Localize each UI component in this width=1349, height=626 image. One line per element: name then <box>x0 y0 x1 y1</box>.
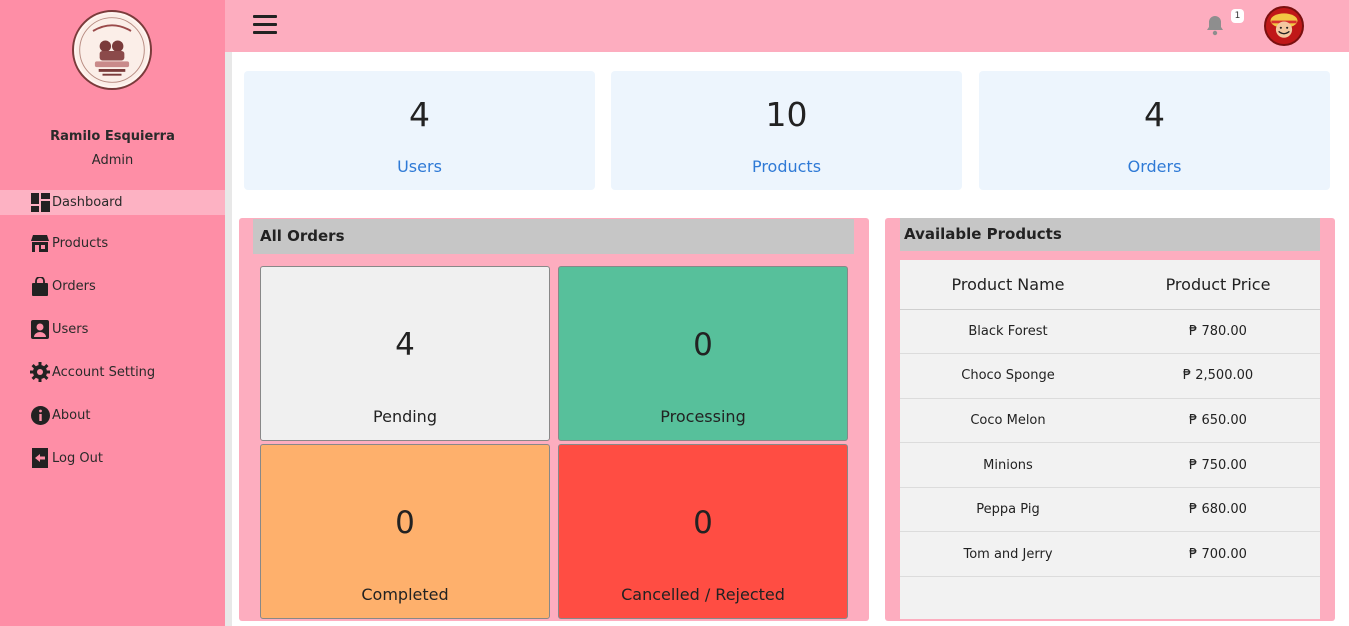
panel-title: All Orders <box>253 219 854 254</box>
sidebar-item-orders[interactable]: Orders <box>0 276 225 319</box>
sidebar-item-account-setting[interactable]: Account Setting <box>0 362 225 405</box>
shopping-bag-icon <box>30 276 50 296</box>
bell-icon[interactable] <box>1205 14 1225 36</box>
product-name-cell: Choco Sponge <box>900 353 1116 399</box>
table-header-row: Product Name Product Price <box>900 260 1320 310</box>
notification-badge: 1 <box>1231 9 1244 23</box>
order-status-label: Pending <box>373 407 437 426</box>
sidebar: Ramilo Esquierra Admin Dashboard Product… <box>0 0 225 626</box>
sidebar-item-label: About <box>52 408 91 423</box>
all-orders-panel: All Orders 4 Pending 0 Processing 0 Comp… <box>239 218 869 621</box>
products-table: Product Name Product Price Black Forest … <box>900 260 1320 578</box>
order-count: 4 <box>395 327 415 363</box>
sidebar-item-label: Account Setting <box>52 365 156 380</box>
panel-title: Available Products <box>900 218 1320 251</box>
stat-label: Orders <box>1127 157 1182 176</box>
user-name: Ramilo Esquierra <box>50 129 175 144</box>
product-price-cell: ₱ 680.00 <box>1116 487 1320 533</box>
sidebar-item-label: Log Out <box>52 451 103 466</box>
scroll-gutter <box>225 0 232 626</box>
avatar[interactable] <box>1264 6 1304 46</box>
sidebar-item-users[interactable]: Users <box>0 319 225 362</box>
info-icon <box>30 405 50 425</box>
product-price-cell: ₱ 2,500.00 <box>1116 353 1320 399</box>
top-bar: 1 <box>225 0 1349 52</box>
stat-card-products[interactable]: 10 Products <box>611 71 962 190</box>
stat-label: Products <box>751 157 822 176</box>
table-row: Peppa Pig ₱ 680.00 <box>900 487 1320 533</box>
store-icon <box>30 233 50 253</box>
column-header-product-price: Product Price <box>1116 260 1320 310</box>
table-row: Minions ₱ 750.00 <box>900 442 1320 488</box>
stat-label: Users <box>397 157 442 176</box>
dashboard-icon <box>30 193 50 213</box>
order-status-label: Completed <box>361 585 449 604</box>
user-icon <box>30 319 50 339</box>
sidebar-nav: Dashboard Products Orders Users Account <box>0 190 225 491</box>
sidebar-item-label: Users <box>52 322 89 337</box>
table-row: Tom and Jerry ₱ 700.00 <box>900 531 1320 578</box>
product-name-cell: Peppa Pig <box>900 487 1116 533</box>
order-status-label: Cancelled / Rejected <box>621 585 785 604</box>
product-name-cell: Minions <box>900 442 1116 488</box>
sidebar-item-log-out[interactable]: Log Out <box>0 448 225 491</box>
menu-toggle-icon[interactable] <box>253 15 277 35</box>
sidebar-item-dashboard[interactable]: Dashboard <box>0 190 225 215</box>
stat-card-orders[interactable]: 4 Orders <box>979 71 1330 190</box>
order-box-pending[interactable]: 4 Pending <box>260 266 550 441</box>
gear-icon <box>30 362 50 382</box>
product-price-cell: ₱ 750.00 <box>1116 442 1320 488</box>
stat-value: 4 <box>1144 95 1165 134</box>
order-box-processing[interactable]: 0 Processing <box>558 266 848 441</box>
order-box-completed[interactable]: 0 Completed <box>260 444 550 619</box>
stat-card-users[interactable]: 4 Users <box>244 71 595 190</box>
sidebar-item-label: Dashboard <box>52 195 123 210</box>
available-products-panel: Available Products Product Name Product … <box>885 218 1335 621</box>
product-name-cell: Tom and Jerry <box>900 531 1116 578</box>
product-price-cell: ₱ 780.00 <box>1116 309 1320 355</box>
order-count: 0 <box>693 505 713 541</box>
order-box-cancelled[interactable]: 0 Cancelled / Rejected <box>558 444 848 619</box>
column-header-product-name: Product Name <box>900 260 1116 310</box>
sidebar-item-label: Products <box>52 236 109 251</box>
sidebar-item-products[interactable]: Products <box>0 233 225 276</box>
order-status-label: Processing <box>660 407 746 426</box>
product-name-cell: Black Forest <box>900 309 1116 355</box>
sidebar-item-label: Orders <box>52 279 96 294</box>
stat-value: 10 <box>765 95 808 134</box>
order-count: 0 <box>395 505 415 541</box>
table-row: Choco Sponge ₱ 2,500.00 <box>900 353 1320 399</box>
table-row: Coco Melon ₱ 650.00 <box>900 398 1320 444</box>
user-role: Admin <box>91 153 134 168</box>
product-price-cell: ₱ 650.00 <box>1116 398 1320 444</box>
sidebar-item-about[interactable]: About <box>0 405 225 448</box>
products-table-wrap: Product Name Product Price Black Forest … <box>900 260 1320 619</box>
logout-icon <box>30 448 50 468</box>
stat-value: 4 <box>409 95 430 134</box>
product-name-cell: Coco Melon <box>900 398 1116 444</box>
product-price-cell: ₱ 700.00 <box>1116 531 1320 578</box>
order-count: 0 <box>693 327 713 363</box>
table-row: Black Forest ₱ 780.00 <box>900 309 1320 355</box>
shop-logo <box>72 10 152 90</box>
